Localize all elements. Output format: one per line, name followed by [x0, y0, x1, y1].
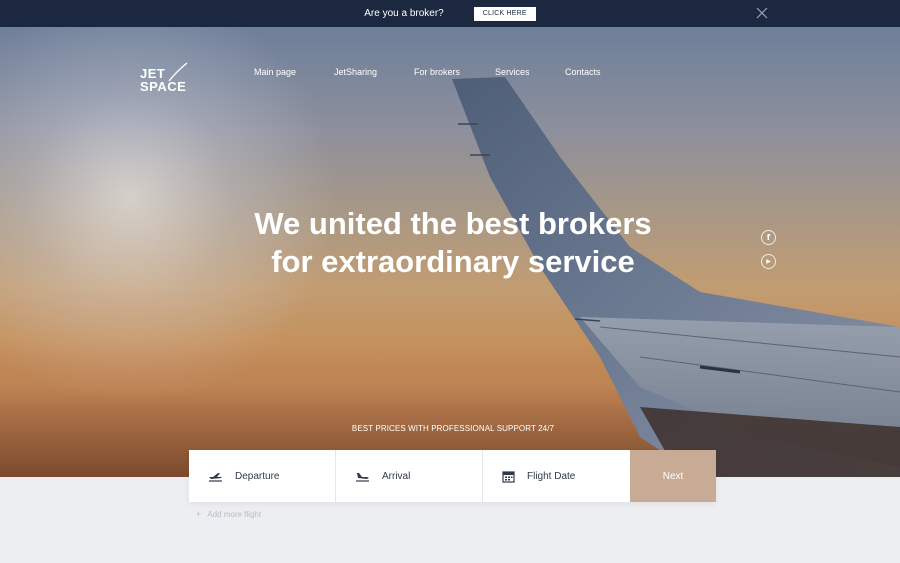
- nav-item-services[interactable]: Services: [495, 67, 530, 77]
- nav-item-contacts[interactable]: Contacts: [565, 67, 601, 77]
- nav-item-jetsharing[interactable]: JetSharing: [334, 67, 377, 77]
- calendar-icon: [502, 470, 515, 483]
- hero-title-line-2: for extraordinary service: [271, 244, 635, 279]
- logo-swoosh-icon: [168, 62, 188, 82]
- nav-item-main-page[interactable]: Main page: [254, 67, 296, 77]
- add-more-flight-link[interactable]: + Add more flight: [196, 509, 261, 519]
- close-icon[interactable]: [756, 7, 768, 19]
- next-button[interactable]: Next: [630, 450, 716, 502]
- hero-title-line-1: We united the best brokers: [254, 206, 652, 241]
- youtube-icon[interactable]: ▶: [761, 254, 776, 269]
- flight-date-field[interactable]: Flight Date: [483, 450, 630, 502]
- flight-date-label: Flight Date: [527, 470, 576, 482]
- add-more-flight-label: Add more flight: [207, 509, 262, 519]
- flight-search-form: Departure Arrival Flight Date Next: [189, 450, 716, 502]
- plus-icon: +: [196, 509, 202, 519]
- broker-question-text: Are you a broker?: [364, 8, 444, 19]
- plane-departure-icon: [209, 473, 222, 482]
- facebook-icon[interactable]: f: [761, 230, 776, 245]
- broker-announcement-bar: Are you a broker? CLICK HERE: [0, 0, 900, 27]
- plane-arrival-icon: [356, 473, 369, 482]
- departure-field[interactable]: Departure: [189, 450, 336, 502]
- jetspace-logo[interactable]: JET SPACE: [140, 62, 192, 97]
- departure-label: Departure: [235, 470, 280, 482]
- hero-tagline: BEST PRICES WITH PROFESSIONAL SUPPORT 24…: [351, 424, 555, 433]
- nav-item-for-brokers[interactable]: For brokers: [414, 67, 460, 77]
- arrival-label: Arrival: [382, 470, 411, 482]
- hero-section: JET SPACE Main page JetSharing For broke…: [0, 27, 900, 477]
- arrival-field[interactable]: Arrival: [336, 450, 483, 502]
- click-here-button[interactable]: CLICK HERE: [473, 6, 536, 21]
